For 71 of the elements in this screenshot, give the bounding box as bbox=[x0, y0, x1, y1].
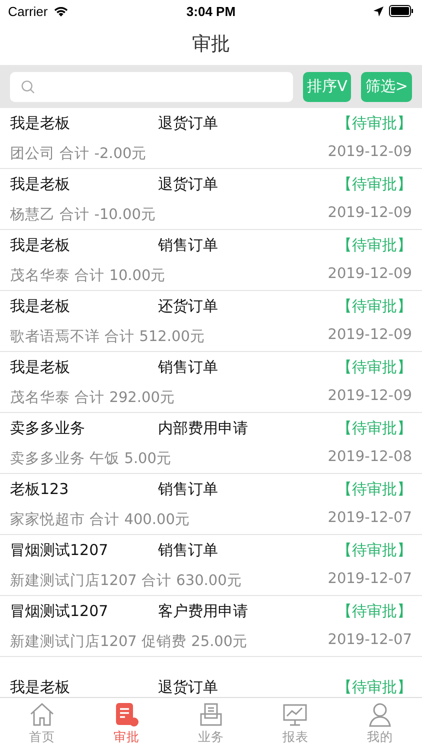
order-detail: 茂名华泰 合计 10.00元 bbox=[10, 266, 166, 284]
order-date: 2019-12-09 bbox=[328, 204, 412, 222]
search-icon bbox=[21, 80, 35, 94]
order-row[interactable]: 我是老板 退货订单 【待审批】 团公司 合计 -2.00元 2019-12-09 bbox=[0, 108, 422, 169]
order-date: 2019-12-09 bbox=[328, 326, 412, 344]
page-title: 审批 bbox=[192, 32, 230, 56]
order-detail: 团公司 合计 -2.00元 bbox=[10, 144, 147, 162]
order-type: 销售订单 bbox=[158, 540, 219, 560]
submitter-name: 我是老板 bbox=[10, 114, 71, 132]
submitter-name: 卖多多业务 bbox=[10, 418, 86, 438]
order-row[interactable]: 我是老板 销售订单 【待审批】 茂名华泰 合计 292.00元 2019-12-09 bbox=[0, 352, 422, 413]
house-icon bbox=[29, 702, 56, 728]
order-type: 客户费用申请 bbox=[158, 602, 249, 620]
order-row[interactable]: 我是老板 销售订单 【待审批】 茂名华泰 合计 10.00元 2019-12-09 bbox=[0, 230, 422, 291]
order-date: 2019-12-08 bbox=[328, 448, 412, 466]
person-icon bbox=[366, 702, 393, 728]
status-label: 【待审批】 bbox=[337, 678, 412, 696]
order-type: 退货订单 bbox=[158, 678, 219, 696]
submitter-name: 我是老板 bbox=[10, 678, 71, 696]
submitter-name: 我是老板 bbox=[10, 358, 71, 376]
order-date: 2019-12-09 bbox=[328, 266, 412, 284]
submitter-name: 冒烟测试1207 bbox=[10, 540, 110, 560]
order-type: 还货订单 bbox=[158, 296, 219, 316]
order-date: 2019-12-07 bbox=[328, 570, 412, 588]
status-label: 【待审批】 bbox=[337, 236, 412, 254]
order-detail: 新建测试门店1207 合计 630.00元 bbox=[10, 572, 242, 590]
order-date: 2019-12-07 bbox=[328, 632, 412, 650]
battery-icon bbox=[389, 5, 414, 17]
order-type: 退货订单 bbox=[158, 174, 219, 194]
status-label: 【待审批】 bbox=[337, 418, 412, 438]
document-icon bbox=[114, 702, 140, 728]
submitter-name: 我是老板 bbox=[10, 174, 71, 194]
order-detail: 卖多多业务 午饭 5.00元 bbox=[10, 450, 172, 468]
submitter-name: 我是老板 bbox=[10, 296, 71, 316]
location-icon bbox=[373, 6, 384, 16]
submitter-name: 老板123 bbox=[10, 480, 70, 498]
printer-icon bbox=[198, 702, 224, 728]
tab-item[interactable]: 审批 bbox=[84, 698, 169, 750]
order-type: 内部费用申请 bbox=[158, 418, 249, 438]
status-label: 【待审批】 bbox=[337, 480, 412, 498]
order-date: 2019-12-09 bbox=[328, 144, 412, 162]
order-row[interactable]: 冒烟测试1207 客户费用申请 【待审批】 新建测试门店1207 促销费 25.00元 2019-12-07 bbox=[0, 596, 422, 657]
time-label: 3:04 PM bbox=[186, 4, 236, 18]
status-label: 【待审批】 bbox=[337, 174, 412, 194]
chart-board-icon bbox=[282, 702, 308, 728]
order-detail: 歌者语焉不详 合计 512.00元 bbox=[10, 328, 205, 346]
order-date: 2019-12-09 bbox=[328, 388, 412, 406]
order-detail: 新建测试门店1207 促销费 25.00元 bbox=[10, 632, 248, 650]
order-row[interactable]: 老板123 销售订单 【待审批】 家家悦超市 合计 400.00元 2019-12-07 bbox=[0, 474, 422, 535]
order-detail: 茂名华泰 合计 292.00元 bbox=[10, 388, 175, 406]
order-row[interactable]: 冒烟测试1207 销售订单 【待审批】 新建测试门店1207 合计 630.00元 2019-12-07 bbox=[0, 535, 422, 596]
order-type: 销售订单 bbox=[158, 358, 219, 376]
order-row[interactable]: 我是老板 还货订单 【待审批】 歌者语焉不详 合计 512.00元 2019-12-09 bbox=[0, 291, 422, 352]
status-label: 【待审批】 bbox=[337, 114, 412, 132]
carrier-label: Carrier bbox=[8, 4, 48, 18]
order-detail: 杨慧乙 合计 -10.00元 bbox=[10, 206, 156, 224]
search-field[interactable] bbox=[10, 72, 294, 102]
order-type: 销售订单 bbox=[158, 236, 219, 254]
wifi-icon bbox=[52, 5, 69, 17]
order-date: 2019-12-07 bbox=[328, 510, 412, 528]
status-label: 【待审批】 bbox=[337, 358, 412, 376]
submitter-name: 我是老板 bbox=[10, 236, 71, 254]
order-type: 退货订单 bbox=[158, 114, 219, 132]
status-label: 【待审批】 bbox=[337, 602, 412, 620]
order-row[interactable]: 卖多多业务 内部费用申请 【待审批】 卖多多业务 午饭 5.00元 2019-12-08 bbox=[0, 413, 422, 474]
status-label: 【待审批】 bbox=[337, 296, 412, 316]
order-row[interactable]: 我是老板 退货订单 【待审批】 杨慧乙 合计 -10.00元 2019-12-09 bbox=[0, 169, 422, 230]
order-type: 销售订单 bbox=[158, 480, 219, 498]
submitter-name: 冒烟测试1207 bbox=[10, 602, 110, 620]
status-label: 【待审批】 bbox=[337, 540, 412, 560]
order-detail: 家家悦超市 合计 400.00元 bbox=[10, 510, 190, 528]
